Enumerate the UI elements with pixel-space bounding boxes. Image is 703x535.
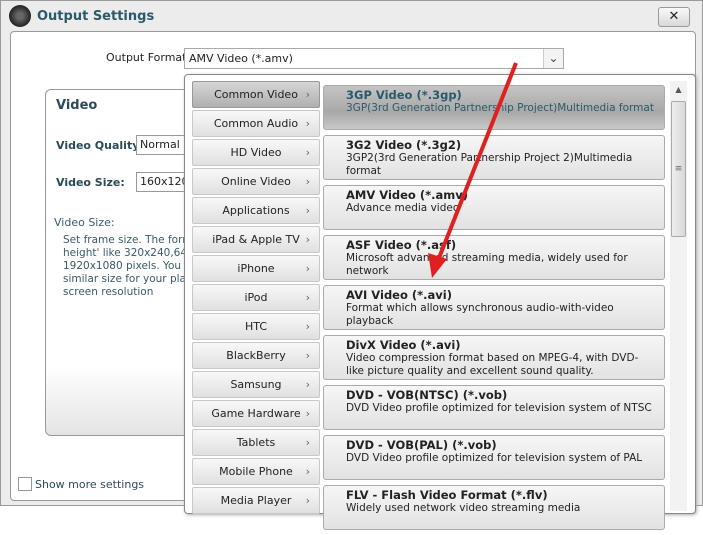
format-item[interactable]: DVD - VOB(NTSC) (*.vob) DVD Video profile… (323, 385, 665, 430)
desc-line: height' like 320x240,640x (63, 247, 188, 259)
category-label: HD Video (230, 146, 282, 159)
format-description: Format which allows synchronous audio-wi… (346, 302, 614, 327)
category-item[interactable]: Tablets › (192, 429, 320, 456)
category-item[interactable]: Samsung › (192, 371, 320, 398)
category-label: iPod (244, 291, 268, 304)
category-item[interactable]: Common Video › (192, 81, 320, 108)
category-item[interactable]: Media Player › (192, 487, 320, 514)
category-item[interactable]: Common Audio › (192, 110, 320, 137)
app-logo-icon (9, 5, 31, 27)
category-item[interactable]: HD Video › (192, 139, 320, 166)
format-name: DVD - VOB(PAL) (*.vob) (346, 438, 497, 452)
chevron-right-icon: › (305, 233, 310, 246)
format-item[interactable]: 3GP Video (*.3gp) 3GP(3rd Generation Part… (323, 85, 665, 130)
output-format-value: AMV Video (*.amv) (189, 52, 293, 65)
chevron-right-icon: › (305, 436, 310, 449)
chevron-right-icon: › (305, 204, 310, 217)
format-name: FLV - Flash Video Format (*.flv) (346, 488, 548, 502)
category-item[interactable]: iPod › (192, 284, 320, 311)
chevron-right-icon: › (305, 175, 310, 188)
checkbox-box[interactable] (18, 477, 32, 491)
format-description: Microsoft advanced streaming media, wide… (346, 252, 628, 277)
window-title: Output Settings (37, 9, 155, 24)
chevron-right-icon: › (305, 320, 310, 333)
format-name: DVD - VOB(NTSC) (*.vob) (346, 388, 508, 402)
desc-line: screen resolution (63, 286, 154, 298)
video-quality-label: Video Quality: (56, 139, 144, 152)
format-item[interactable]: FLV - Flash Video Format (*.flv) Widely u… (323, 485, 665, 530)
chevron-right-icon: › (305, 117, 310, 130)
category-item[interactable]: iPhone › (192, 255, 320, 282)
format-description: DVD Video profile optimized for televisi… (346, 452, 643, 464)
chevron-right-icon: › (305, 349, 310, 362)
category-label: Samsung (230, 378, 282, 391)
category-item[interactable]: HTC › (192, 313, 320, 340)
category-item[interactable]: BlackBerry › (192, 342, 320, 369)
format-description: Advance media video (346, 202, 460, 214)
category-label: iPhone (237, 262, 275, 275)
format-name: 3GP Video (*.3gp) (346, 88, 462, 102)
format-dropdown-popup: Common Video › Common Audio › HD Video › Onlin… (184, 74, 696, 530)
show-more-settings-checkbox[interactable]: Show more settings (18, 477, 144, 491)
output-format-select[interactable]: AMV Video (*.amv) ⌄ (184, 48, 564, 69)
format-description: 3GP(3rd Generation Partnership Project)M… (346, 102, 654, 114)
category-label: HTC (244, 320, 268, 333)
chevron-right-icon: › (305, 88, 310, 101)
format-item[interactable]: AVI Video (*.avi) Format which allows syn… (323, 285, 665, 330)
format-item[interactable]: 3G2 Video (*.3g2) 3GP2(3rd Generation Par… (323, 135, 665, 180)
desc-line: similar size for your playb (63, 273, 188, 285)
category-item[interactable]: Applications › (192, 197, 320, 224)
format-item[interactable]: DivX Video (*.avi) Video compression form… (323, 335, 665, 380)
chevron-right-icon: › (305, 262, 310, 275)
scroll-thumb[interactable]: ≡ (671, 101, 686, 237)
format-name: ASF Video (*.asf) (346, 238, 457, 252)
format-name: AVI Video (*.avi) (346, 288, 452, 302)
category-label: Game Hardware (211, 407, 301, 420)
video-group-title: Video (56, 98, 98, 113)
scroll-up-icon[interactable]: ▲ (670, 81, 687, 98)
scrollbar[interactable]: ▲ ≡ (670, 81, 687, 511)
output-settings-window: Output Settings ✕ Output Format: AMV Vid… (0, 0, 703, 530)
video-size-label: Video Size: (56, 176, 125, 189)
format-description: Video compression format based on MPEG-4… (346, 352, 639, 377)
format-item[interactable]: ASF Video (*.asf) Microsoft advanced stre… (323, 235, 665, 280)
desc-line: 1920x1080 pixels. You ca (63, 260, 188, 272)
category-list: Common Video › Common Audio › HD Video › Onlin… (192, 81, 320, 516)
category-item[interactable]: Mobile Phone › (192, 458, 320, 485)
show-more-label: Show more settings (35, 477, 145, 491)
format-item[interactable]: AMV Video (*.amv) Advance media video (323, 185, 665, 230)
chevron-right-icon: › (305, 407, 310, 420)
format-item[interactable]: DVD - VOB(PAL) (*.vob) DVD Video profile … (323, 435, 665, 480)
format-name: DivX Video (*.avi) (346, 338, 461, 352)
category-label: iPad & Apple TV (212, 233, 300, 246)
category-label: Applications (222, 204, 290, 217)
format-list: 3GP Video (*.3gp) 3GP(3rd Generation Part… (323, 85, 665, 535)
category-label: Tablets (236, 436, 276, 449)
category-label: Common Audio (213, 117, 299, 130)
chevron-right-icon: › (305, 494, 310, 507)
desc-line: Set frame size. The forma (63, 234, 188, 246)
category-label: BlackBerry (226, 349, 286, 362)
format-name: AMV Video (*.amv) (346, 188, 468, 202)
chevron-right-icon: › (305, 465, 310, 478)
category-item[interactable]: Online Video › (192, 168, 320, 195)
format-name: 3G2 Video (*.3g2) (346, 138, 462, 152)
category-label: Mobile Phone (219, 465, 293, 478)
close-button[interactable]: ✕ (658, 7, 690, 27)
chevron-down-icon[interactable]: ⌄ (543, 49, 563, 68)
video-size-desc-title: Video Size: (54, 216, 115, 229)
chevron-right-icon: › (305, 291, 310, 304)
category-label: Online Video (221, 175, 291, 188)
chevron-right-icon: › (305, 146, 310, 159)
format-description: Widely used network video streaming medi… (346, 502, 581, 514)
chevron-right-icon: › (305, 378, 310, 391)
output-format-label: Output Format: (106, 51, 191, 64)
category-label: Media Player (220, 494, 292, 507)
category-item[interactable]: iPad & Apple TV › (192, 226, 320, 253)
format-description: DVD Video profile optimized for televisi… (346, 402, 652, 414)
video-size-description: Set frame size. The forma height' like 3… (63, 234, 188, 299)
category-item[interactable]: Game Hardware › (192, 400, 320, 427)
format-description: 3GP2(3rd Generation Partnership Project … (346, 152, 633, 177)
category-label: Common Video (214, 88, 298, 101)
